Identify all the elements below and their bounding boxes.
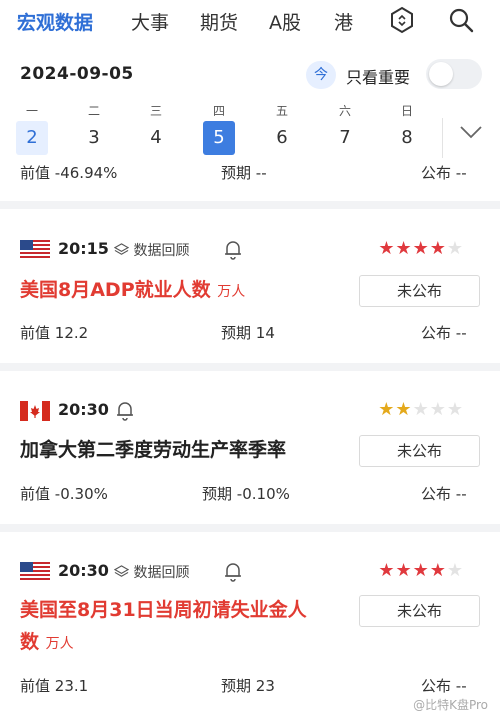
expected-value: 预期 23 (221, 677, 275, 695)
weekday-label: 二 (87, 104, 100, 118)
data-review-link[interactable]: 数据回顾 (113, 240, 189, 260)
event-time: 20:30 (58, 400, 109, 419)
status-button[interactable]: 未公布 (359, 435, 480, 467)
tab-hk-stocks[interactable]: 港 (334, 8, 364, 35)
weekday-label: 日 (400, 104, 413, 118)
tab-a-shares[interactable]: A股 (269, 8, 301, 35)
top-nav: 宏观数据 大事 期货 A股 港 (0, 0, 500, 44)
actual-value: 公布 -- (421, 677, 467, 695)
layers-icon (113, 243, 130, 255)
section-divider (0, 363, 500, 371)
day-8[interactable]: 8 (391, 121, 423, 155)
tab-futures[interactable]: 期货 (200, 8, 238, 35)
weekday-label: 五 (275, 104, 288, 118)
day-3[interactable]: 3 (78, 121, 110, 155)
expected-value: 预期 -0.10% (202, 485, 290, 503)
event-title: 美国至8月31日当周初请失业金人 数 万人 (20, 599, 307, 653)
status-button[interactable]: 未公布 (359, 275, 480, 307)
event-title: 美国8月ADP就业人数 万人 (20, 279, 246, 301)
event-time: 20:30 (58, 561, 109, 580)
actual-value: 公布 -- (421, 485, 467, 503)
bell-icon[interactable] (223, 560, 243, 582)
event-title: 加拿大第二季度劳动生产率季率 (20, 439, 287, 461)
event-header: 20:30 数据回顾 ★★★★★ (20, 560, 480, 586)
partial-actual-value: 公布 -- (421, 164, 467, 182)
bell-icon[interactable] (223, 238, 243, 260)
important-only-label: 只看重要 (346, 68, 411, 87)
day-7[interactable]: 7 (329, 121, 361, 155)
weekday-label: 一 (25, 104, 38, 118)
search-icon[interactable] (447, 6, 475, 34)
event-time: 20:15 (58, 239, 109, 258)
status-button[interactable]: 未公布 (359, 595, 480, 627)
us-flag-icon (20, 240, 50, 260)
prev-value: 前值 -0.30% (20, 485, 108, 503)
importance-stars: ★★★★★ (378, 399, 464, 420)
hexagon-icon[interactable] (388, 6, 416, 34)
prev-value: 前值 23.1 (20, 677, 89, 695)
bell-icon[interactable] (115, 399, 135, 421)
chevron-down-icon[interactable] (459, 124, 483, 140)
today-button[interactable]: 今 (306, 61, 336, 89)
layers-icon (113, 565, 130, 577)
weekday-label: 三 (149, 104, 162, 118)
day-5-selected[interactable]: 5 (203, 121, 235, 155)
day-2[interactable]: 2 (16, 121, 48, 155)
important-only-toggle[interactable] (426, 59, 482, 89)
toggle-knob (429, 62, 453, 86)
importance-stars: ★★★★★ (378, 560, 464, 581)
day-6[interactable]: 6 (266, 121, 298, 155)
tab-macro-data[interactable]: 宏观数据 (17, 8, 93, 35)
partial-prev-value: 前值 -46.94% (20, 164, 118, 182)
watermark: @比特K盘Pro (413, 698, 488, 712)
event-header: 20:30 ★★★★★ (20, 399, 480, 425)
current-date: 2024-09-05 (20, 64, 134, 84)
us-flag-icon (20, 562, 50, 582)
tab-events[interactable]: 大事 (131, 8, 169, 35)
importance-stars: ★★★★★ (378, 238, 464, 259)
expected-value: 预期 14 (221, 324, 275, 342)
section-divider (0, 201, 500, 209)
weekday-label: 六 (338, 104, 351, 118)
section-divider (0, 524, 500, 532)
weekday-label: 四 (212, 104, 225, 118)
day-4[interactable]: 4 (140, 121, 172, 155)
data-review-link[interactable]: 数据回顾 (113, 562, 189, 582)
week-divider (442, 118, 443, 158)
partial-expected-value: 预期 -- (221, 164, 267, 182)
event-header: 20:15 数据回顾 ★★★★★ (20, 238, 480, 264)
canada-flag-icon (20, 401, 50, 421)
actual-value: 公布 -- (421, 324, 467, 342)
prev-value: 前值 12.2 (20, 324, 89, 342)
